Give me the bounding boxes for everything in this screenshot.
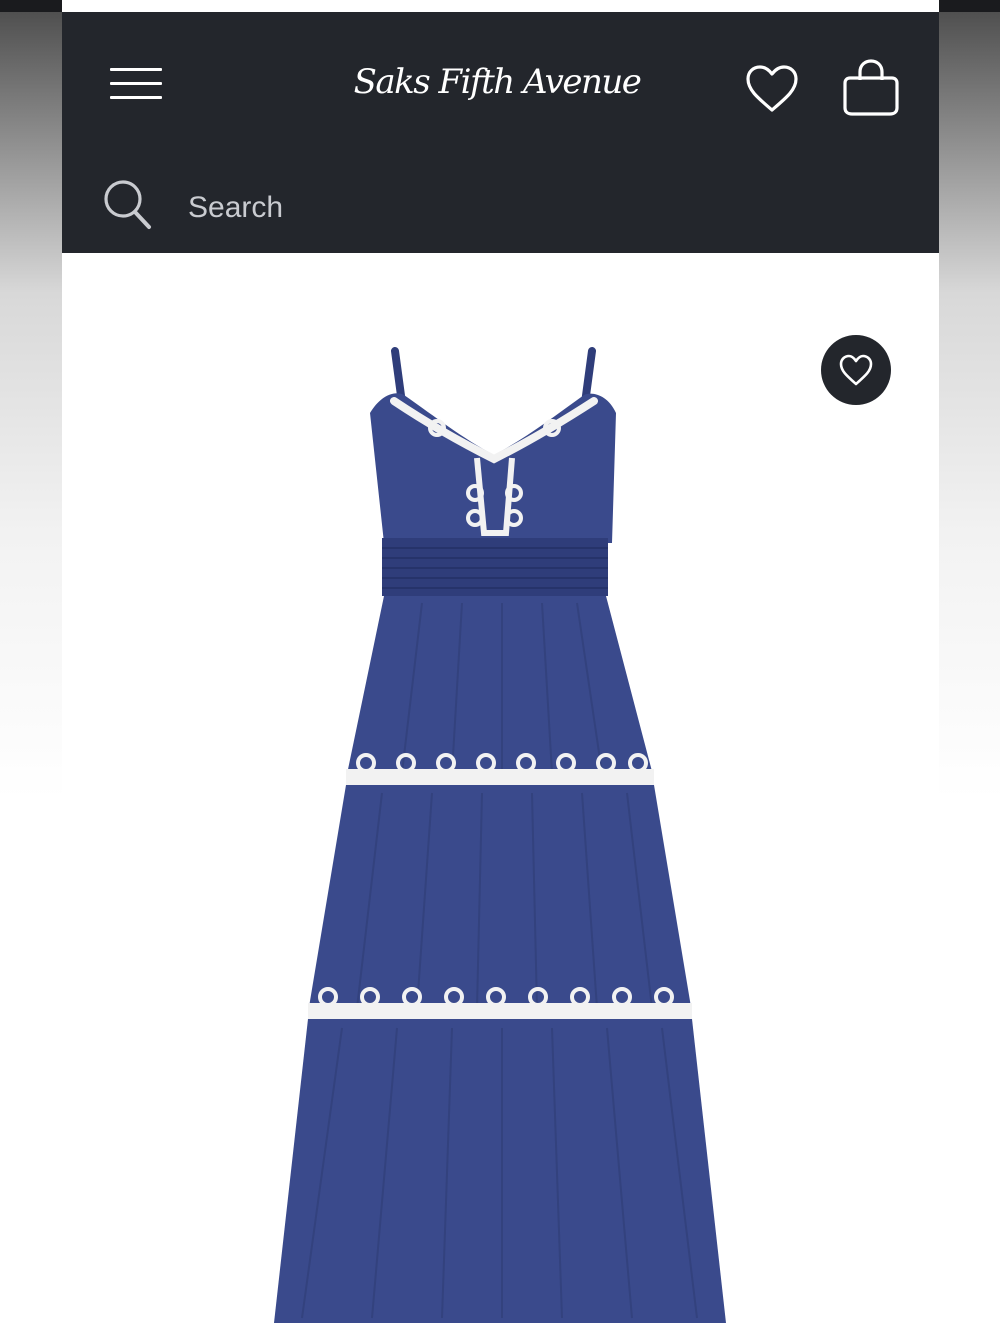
search-icon [104, 180, 151, 229]
menu-icon-bar-bottom [110, 96, 162, 99]
search-input[interactable]: Search [92, 172, 872, 244]
search-placeholder: Search [188, 191, 284, 224]
menu-icon-bar-middle [110, 82, 162, 85]
site-logo[interactable]: Saks Fifth Avenue [347, 52, 647, 112]
app-screen: Saks Fifth Avenue Search [62, 0, 939, 1333]
product-gallery [62, 253, 939, 1333]
menu-icon-bar-top [110, 68, 162, 71]
heart-outline-icon [746, 65, 798, 112]
site-header: Saks Fifth Avenue Search [62, 12, 939, 253]
shopping-bag-button[interactable] [840, 58, 902, 118]
heart-outline-icon [839, 354, 873, 386]
shopping-bag-icon [843, 59, 899, 116]
wishlist-button[interactable] [744, 64, 800, 114]
menu-button[interactable] [106, 68, 164, 102]
product-image[interactable] [262, 343, 732, 1333]
add-to-favorites-button[interactable] [821, 335, 891, 405]
